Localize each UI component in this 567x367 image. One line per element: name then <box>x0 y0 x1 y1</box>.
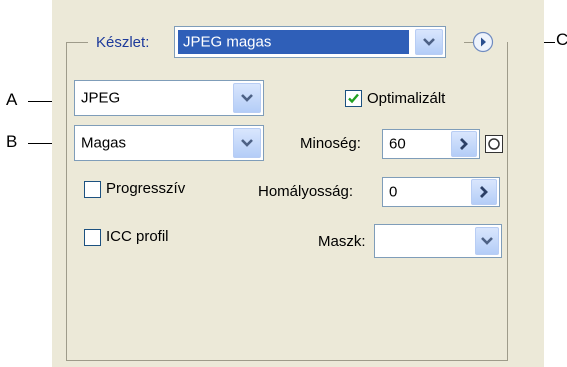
blur-value: 0 <box>389 183 398 201</box>
quality-mask-button[interactable] <box>485 135 503 153</box>
mask-channel-icon <box>485 135 503 153</box>
menu-arrow-icon <box>472 31 494 53</box>
callout-a: A <box>6 90 18 109</box>
preset-dropdown[interactable]: JPEG magas <box>174 26 446 58</box>
progressive-checkbox[interactable] <box>84 181 101 198</box>
quality-value: 60 <box>389 135 406 153</box>
matte-dropdown[interactable] <box>374 224 502 258</box>
preset-value: JPEG magas <box>183 33 272 51</box>
chevron-down-icon[interactable] <box>415 29 443 55</box>
preset-label: Készlet: <box>96 34 150 51</box>
blur-slider-button[interactable] <box>471 179 497 205</box>
optimized-label: Optimalizált <box>367 90 446 107</box>
quality-slider-button[interactable] <box>451 131 477 157</box>
chevron-down-icon[interactable] <box>233 128 261 158</box>
blur-input[interactable]: 0 <box>382 177 500 207</box>
checkmark-icon <box>348 93 359 104</box>
callout-b: B <box>6 132 18 151</box>
format-value: JPEG <box>81 89 121 107</box>
quality-input[interactable]: 60 <box>382 129 480 159</box>
optimized-checkbox[interactable] <box>345 90 362 107</box>
quality-label: Minoség: <box>300 135 361 152</box>
callout-c: C <box>556 30 567 49</box>
panel-menu-button[interactable] <box>472 31 494 53</box>
chevron-down-icon[interactable] <box>475 227 499 255</box>
chevron-down-icon[interactable] <box>233 83 261 113</box>
blur-label: Homályosság: <box>258 183 354 200</box>
matte-label: Maszk: <box>318 233 366 250</box>
icc-profile-checkbox[interactable] <box>84 229 101 246</box>
quality-preset-value: Magas <box>81 134 127 152</box>
quality-preset-dropdown[interactable]: Magas <box>74 125 264 161</box>
frame-line <box>66 42 88 43</box>
format-dropdown[interactable]: JPEG <box>74 80 264 116</box>
icc-profile-label: ICC profil <box>106 228 169 245</box>
progressive-label: Progresszív <box>106 180 186 197</box>
